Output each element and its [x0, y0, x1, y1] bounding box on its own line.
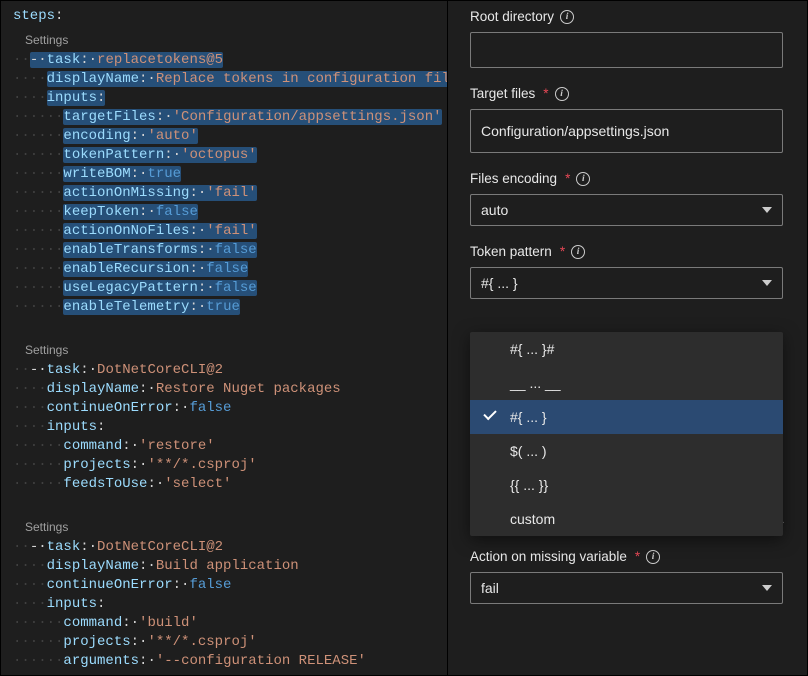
code-line[interactable]: ······encoding:·'auto': [1, 127, 447, 146]
code-line[interactable]: ······arguments:·'--configuration RELEAS…: [1, 652, 447, 671]
task-settings-panel: Root directory i Target files* i Files e…: [448, 0, 808, 676]
target-files-input[interactable]: [470, 109, 783, 153]
code-line[interactable]: ······enableTransforms:·false: [1, 241, 447, 260]
info-icon[interactable]: i: [571, 245, 585, 259]
root-directory-input[interactable]: [470, 32, 783, 68]
code-line[interactable]: ······useLegacyPattern:·false: [1, 279, 447, 298]
dropdown-option[interactable]: __ ... __: [470, 366, 783, 400]
dropdown-option[interactable]: #{ ... }#: [470, 332, 783, 366]
yaml-editor-panel: steps: Settings ··-·task:·replacetokens@…: [0, 0, 448, 676]
dropdown-option[interactable]: custom: [470, 502, 783, 536]
dropdown-option[interactable]: {{ ... }}: [470, 468, 783, 502]
code-line[interactable]: ····inputs:: [1, 89, 447, 108]
code-line[interactable]: ······writeBOM:·true: [1, 165, 447, 184]
code-line[interactable]: ······actionOnMissing:·'fail': [1, 184, 447, 203]
info-icon[interactable]: i: [646, 550, 660, 564]
code-line[interactable]: ····continueOnError:·false: [1, 399, 447, 418]
target-files-label: Target files* i: [470, 86, 783, 101]
code-line[interactable]: ······command:·'restore': [1, 437, 447, 456]
code-line[interactable]: ······enableTelemetry:·true: [1, 298, 447, 317]
info-icon[interactable]: i: [560, 10, 574, 24]
code-line[interactable]: ····continueOnError:·false: [1, 576, 447, 595]
code-line[interactable]: ····displayName:·Replace tokens in confi…: [1, 70, 447, 89]
chevron-down-icon: [762, 207, 772, 213]
code-line[interactable]: ······tokenPattern:·'octopus': [1, 146, 447, 165]
target-files-group: Target files* i: [470, 86, 783, 153]
info-icon[interactable]: i: [576, 172, 590, 186]
code-line[interactable]: ······targetFiles:·'Configuration/appset…: [1, 108, 447, 127]
dropdown-option[interactable]: $( ... ): [470, 434, 783, 468]
code-line[interactable]: ····displayName:·Build application: [1, 557, 447, 576]
files-encoding-group: Files encoding* i auto: [470, 171, 783, 226]
files-encoding-label: Files encoding* i: [470, 171, 783, 186]
code-line[interactable]: ····inputs:: [1, 595, 447, 614]
code-line[interactable]: ······projects:·'**/*.csproj': [1, 456, 447, 475]
token-pattern-dropdown: #{ ... }# __ ... __ #{ ... } $( ... ) {{…: [470, 332, 783, 536]
settings-codelens[interactable]: Settings: [1, 513, 447, 538]
steps-key: steps: [13, 8, 55, 24]
dropdown-option[interactable]: #{ ... }: [470, 400, 783, 434]
code-line[interactable]: steps:: [1, 7, 447, 26]
chevron-down-icon: [762, 280, 772, 286]
info-icon[interactable]: i: [555, 87, 569, 101]
settings-codelens[interactable]: Settings: [1, 336, 447, 361]
action-on-missing-group: Action on missing variable* i fail: [470, 549, 783, 604]
check-icon: [484, 410, 496, 422]
chevron-down-icon: [762, 585, 772, 591]
code-line[interactable]: ······projects:·'**/*.csproj': [1, 633, 447, 652]
root-directory-group: Root directory i: [470, 9, 783, 68]
action-on-missing-label: Action on missing variable* i: [470, 549, 783, 564]
code-line[interactable]: ····displayName:·Restore Nuget packages: [1, 380, 447, 399]
code-line[interactable]: ······feedsToUse:·'select': [1, 475, 447, 494]
files-encoding-select[interactable]: auto: [470, 194, 783, 226]
code-line[interactable]: ······command:·'build': [1, 614, 447, 633]
root-directory-label: Root directory i: [470, 9, 783, 24]
code-line[interactable]: ··-·task:·replacetokens@5: [1, 51, 447, 70]
action-on-missing-select[interactable]: fail: [470, 572, 783, 604]
code-line[interactable]: ······actionOnNoFiles:·'fail': [1, 222, 447, 241]
token-pattern-group: Token pattern* i #{ ... }: [470, 244, 783, 299]
code-line[interactable]: ··-·task:·DotNetCoreCLI@2: [1, 538, 447, 557]
token-pattern-select[interactable]: #{ ... }: [470, 267, 783, 299]
settings-codelens[interactable]: Settings: [1, 26, 447, 51]
code-line[interactable]: ······enableRecursion:·false: [1, 260, 447, 279]
code-line[interactable]: ····inputs:: [1, 418, 447, 437]
code-line[interactable]: ··-·task:·DotNetCoreCLI@2: [1, 361, 447, 380]
token-pattern-label: Token pattern* i: [470, 244, 783, 259]
code-line[interactable]: ······keepToken:·false: [1, 203, 447, 222]
